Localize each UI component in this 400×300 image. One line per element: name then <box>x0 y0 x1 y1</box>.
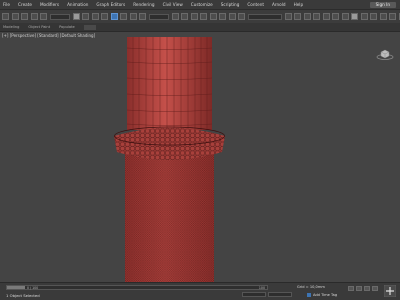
curve-editor-icon[interactable] <box>332 13 339 20</box>
main-toolbar <box>0 9 400 23</box>
viewcube-icon[interactable] <box>376 48 394 60</box>
keyboard-shortcut-icon[interactable] <box>190 13 198 20</box>
tab-modeling[interactable]: Modeling <box>3 25 19 29</box>
redo-icon[interactable] <box>11 13 19 20</box>
time-slider-start: 0 / 100 <box>27 285 39 290</box>
menu-bar: File Create Modifiers Animation Graph Ed… <box>0 0 400 9</box>
select-manipulate-icon[interactable] <box>181 13 188 20</box>
bind-space-warp-icon[interactable] <box>40 13 47 20</box>
rendered-frame-window-icon[interactable] <box>370 13 377 20</box>
menu-create[interactable]: Create <box>15 2 37 7</box>
sign-in-button[interactable]: Sign In <box>369 1 396 8</box>
render-in-cloud-icon[interactable] <box>389 13 396 20</box>
selection-filter-dropdown[interactable] <box>49 13 70 20</box>
y-coordinate-field[interactable] <box>268 292 292 297</box>
align-icon[interactable] <box>294 13 301 20</box>
select-and-scale-icon[interactable] <box>129 13 137 20</box>
select-and-move-icon[interactable] <box>110 13 118 20</box>
play-icon[interactable] <box>356 286 362 291</box>
zoom-icon[interactable] <box>372 286 378 291</box>
undo-icon[interactable] <box>2 13 9 20</box>
menu-modifiers[interactable]: Modifiers <box>37 2 64 7</box>
set-key-button[interactable] <box>364 286 370 291</box>
select-and-rotate-icon[interactable] <box>120 13 127 20</box>
ribbon-options-button[interactable] <box>83 24 96 30</box>
ribbon-toggle-icon[interactable] <box>322 13 330 20</box>
menu-arnold[interactable]: Arnold <box>269 2 291 7</box>
rectangular-selection-icon[interactable] <box>91 13 99 20</box>
tab-object-paint[interactable]: Object Paint <box>28 25 50 29</box>
wireframe-mesh-object[interactable] <box>0 32 400 283</box>
select-object-icon[interactable] <box>72 13 80 20</box>
add-time-tag[interactable]: Add Time Tag <box>307 293 337 297</box>
percent-snap-icon[interactable] <box>219 13 226 20</box>
unlink-icon[interactable] <box>30 13 38 20</box>
select-and-place-icon[interactable] <box>139 13 146 20</box>
perspective-viewport[interactable]: [+] [Perspective] [Standard] [Default Sh… <box>0 31 400 283</box>
schematic-view-icon[interactable] <box>341 13 349 20</box>
angle-snap-icon[interactable] <box>209 13 217 20</box>
grid-spacing: Grid = 10,0mm <box>297 285 325 289</box>
scene-explorer-icon[interactable] <box>303 13 311 20</box>
menu-help[interactable]: Help <box>291 2 309 7</box>
menu-animation[interactable]: Animation <box>64 2 93 7</box>
render-setup-icon[interactable] <box>360 13 368 20</box>
ribbon: Modeling Object Paint Populate <box>0 23 400 31</box>
named-selection-dropdown[interactable] <box>247 13 282 20</box>
menu-scripting[interactable]: Scripting <box>218 2 245 7</box>
edit-named-selection-icon[interactable] <box>238 13 245 20</box>
x-coordinate-field[interactable] <box>242 292 266 297</box>
menu-rendering[interactable]: Rendering <box>130 2 159 7</box>
time-slider[interactable]: 0 / 100 100 <box>6 285 268 290</box>
menu-file[interactable]: File <box>0 2 15 7</box>
render-production-icon[interactable] <box>379 13 387 20</box>
select-by-name-icon[interactable] <box>82 13 89 20</box>
status-bar: 0 / 100 100 1 Object Selected Grid = 10,… <box>0 282 400 300</box>
link-icon[interactable] <box>21 13 28 20</box>
menu-customize[interactable]: Customize <box>188 2 218 7</box>
auto-key-button[interactable] <box>348 286 354 291</box>
upper-cylinder[interactable] <box>127 37 212 130</box>
reference-coordinate-dropdown[interactable] <box>148 13 169 20</box>
time-slider-end: 100 <box>258 285 265 290</box>
pivot-center-icon[interactable] <box>171 13 179 20</box>
layer-explorer-icon[interactable] <box>313 13 320 20</box>
pan-view-icon[interactable] <box>384 285 396 297</box>
mirror-icon[interactable] <box>284 13 292 20</box>
menu-civil-view[interactable]: Civil View <box>160 2 188 7</box>
window-crossing-icon[interactable] <box>101 13 108 20</box>
spinner-snap-icon[interactable] <box>228 13 236 20</box>
menu-graph-editors[interactable]: Graph Editors <box>93 2 130 7</box>
menu-content[interactable]: Content <box>244 2 269 7</box>
snaps-toggle-icon[interactable] <box>200 13 207 20</box>
time-slider-thumb[interactable] <box>7 286 25 289</box>
selection-status: 1 Object Selected <box>6 293 40 298</box>
material-editor-icon[interactable] <box>351 13 358 20</box>
tab-populate[interactable]: Populate <box>59 25 75 29</box>
